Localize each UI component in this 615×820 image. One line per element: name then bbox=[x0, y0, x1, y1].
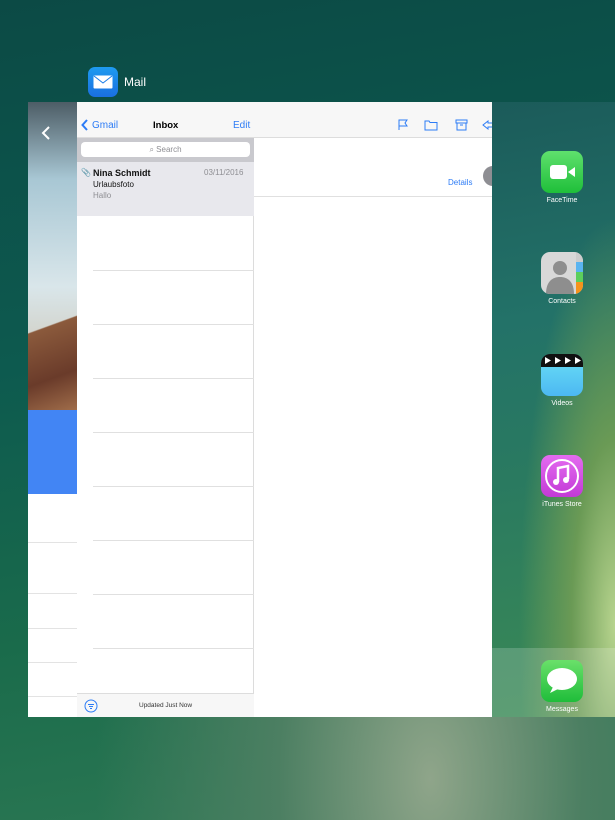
divider bbox=[93, 648, 254, 649]
message-detail: Details bbox=[254, 102, 492, 717]
divider bbox=[93, 540, 254, 541]
app-title: Mail bbox=[124, 75, 147, 89]
divider bbox=[93, 378, 254, 379]
detail-toolbar bbox=[254, 102, 492, 138]
mailbox-list: Gmail Inbox Edit ⌕ Search 📎 Nina Schmidt… bbox=[77, 102, 254, 717]
filter-icon[interactable] bbox=[84, 699, 98, 713]
message-date: 03/11/2016 bbox=[204, 168, 244, 177]
edit-button[interactable]: Edit bbox=[233, 120, 250, 131]
folder-icon[interactable] bbox=[424, 119, 438, 131]
message-subject: Urlaubsfoto bbox=[93, 180, 134, 189]
sender-avatar bbox=[483, 166, 492, 186]
divider bbox=[28, 662, 78, 663]
update-status: Updated Just Now bbox=[139, 702, 193, 709]
details-link[interactable]: Details bbox=[448, 178, 472, 187]
divider bbox=[28, 593, 78, 594]
blue-banner bbox=[28, 410, 78, 494]
itunes-store-app-icon[interactable] bbox=[541, 455, 583, 497]
inbox-title: Inbox bbox=[153, 120, 179, 131]
videos-app-icon[interactable] bbox=[541, 354, 583, 396]
list-footer: Updated Just Now bbox=[77, 693, 254, 717]
search-area: ⌕ Search bbox=[77, 138, 254, 162]
reply-icon[interactable] bbox=[482, 119, 492, 131]
search-placeholder: Search bbox=[156, 145, 182, 154]
back-chevron-icon[interactable] bbox=[81, 119, 89, 131]
message-sender: Nina Schmidt bbox=[93, 168, 151, 178]
message-preview: Hallo bbox=[93, 191, 112, 200]
mail-app-card[interactable]: Gmail Inbox Edit ⌕ Search 📎 Nina Schmidt… bbox=[77, 102, 492, 717]
search-input[interactable]: ⌕ Search bbox=[81, 142, 250, 157]
messages-label: Messages bbox=[546, 706, 578, 713]
messages-app-icon[interactable] bbox=[541, 660, 583, 702]
archive-icon[interactable] bbox=[455, 119, 468, 131]
divider bbox=[93, 486, 254, 487]
itunes-store-label: iTunes Store bbox=[542, 501, 582, 508]
contacts-label: Contacts bbox=[548, 298, 576, 305]
divider bbox=[93, 432, 254, 433]
attachment-icon: 📎 bbox=[81, 168, 91, 177]
list-header: Gmail Inbox Edit bbox=[77, 102, 254, 138]
divider bbox=[93, 324, 254, 325]
home-screen-card[interactable]: FaceTime Contacts Videos iTunes Store Me… bbox=[492, 102, 615, 717]
divider bbox=[28, 696, 78, 697]
divider bbox=[28, 542, 78, 543]
back-chevron-icon[interactable] bbox=[41, 126, 51, 140]
mail-app-icon[interactable] bbox=[88, 67, 118, 97]
facetime-app-icon[interactable] bbox=[541, 151, 583, 193]
divider bbox=[93, 594, 254, 595]
message-row[interactable]: 📎 Nina Schmidt 03/11/2016 Urlaubsfoto Ha… bbox=[77, 162, 254, 216]
back-gmail-button[interactable]: Gmail bbox=[92, 120, 118, 131]
divider bbox=[93, 270, 254, 271]
flag-icon[interactable] bbox=[397, 119, 409, 131]
videos-label: Videos bbox=[551, 400, 573, 407]
facetime-label: FaceTime bbox=[546, 197, 578, 204]
carousel-image bbox=[28, 292, 78, 410]
previous-app-card[interactable] bbox=[28, 102, 78, 717]
divider bbox=[254, 196, 492, 197]
contacts-app-icon[interactable] bbox=[541, 252, 583, 294]
divider bbox=[28, 628, 78, 629]
